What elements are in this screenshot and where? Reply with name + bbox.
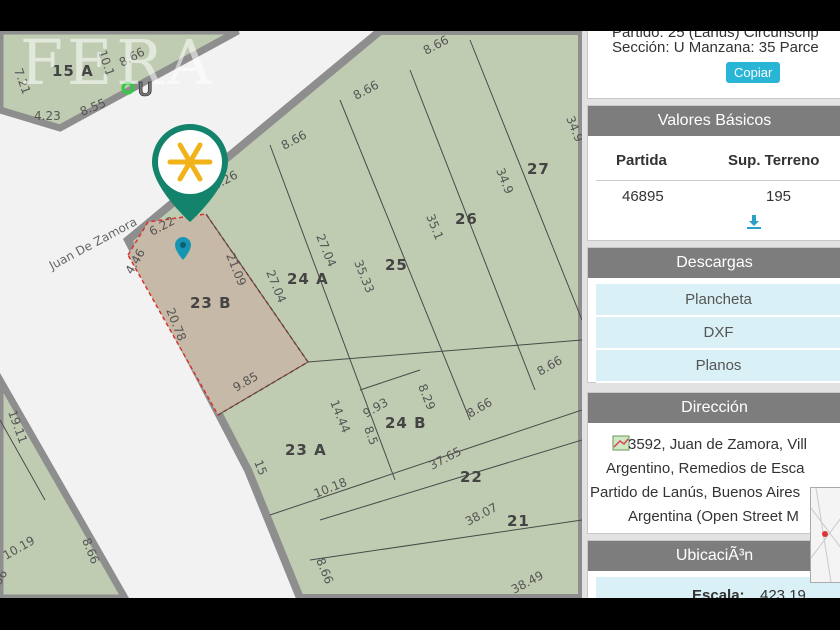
- sup-terreno-value: 195: [766, 188, 792, 205]
- escala-row: Escala: 423.19: [596, 577, 840, 598]
- download-dxf-link[interactable]: DXF: [596, 317, 840, 350]
- bottom-black-bar: [0, 598, 840, 630]
- parcel-header-card: Partido: 25 (Lanús) Circunscrip Sección:…: [587, 31, 840, 99]
- cadastral-map[interactable]: Juan De Zamora 15 A 23 B 24 A 25 26 27 2…: [0, 31, 582, 598]
- partida-value: 46895: [622, 188, 664, 205]
- download-icon[interactable]: [746, 214, 762, 230]
- descargas-card: Descargas Plancheta DXF Planos: [587, 247, 840, 383]
- top-black-bar: [0, 0, 840, 31]
- download-planos-link[interactable]: Planos: [596, 350, 840, 383]
- dim-label: 4.23: [34, 109, 61, 123]
- address-line: Argentino, Remedios de Esca: [606, 460, 805, 477]
- lot-27: 27: [527, 160, 550, 178]
- lot-25: 25: [385, 256, 408, 274]
- sup-terreno-header: Sup. Terreno: [728, 152, 820, 169]
- valores-basicos-card: Valores Básicos Partida Sup. Terreno 468…: [587, 105, 840, 241]
- address-text: 3592, Juan de Zamora, Vill Argentino, Re…: [588, 433, 840, 529]
- copy-button[interactable]: Copiar: [726, 62, 781, 83]
- lot-24a: 24 A: [287, 270, 329, 288]
- descargas-title: Descargas: [588, 248, 840, 278]
- table-divider: [596, 180, 840, 181]
- ubicacion-title: UbicaciÃ³n: [588, 541, 840, 571]
- valores-basicos-title: Valores Básicos: [588, 106, 840, 136]
- lot-22: 22: [460, 468, 483, 486]
- watermark-text: FERA: [20, 31, 216, 99]
- address-line: 3592, Juan de Zamora, Vill: [628, 436, 807, 453]
- parcel-line2: Sección: U Manzana: 35 Parce: [612, 39, 819, 56]
- ubicacion-card: UbicaciÃ³n Escala: 423.19: [587, 540, 840, 598]
- address-line: Argentina (Open Street M: [628, 508, 799, 525]
- address-line: Partido de Lanús, Buenos Aires: [590, 484, 801, 501]
- lot-23b: 23 B: [190, 294, 232, 312]
- partida-header: Partida: [616, 152, 667, 169]
- download-plancheta-link[interactable]: Plancheta: [596, 284, 840, 317]
- direccion-title: Dirección: [588, 393, 840, 423]
- copy-button-wrap: Copiar: [726, 62, 781, 83]
- direccion-card: Dirección 3592, Juan de Zamora, Vill Arg…: [587, 392, 840, 534]
- lot-24b: 24 B: [385, 414, 427, 432]
- escala-label: Escala:: [692, 587, 745, 598]
- map-canvas[interactable]: Juan De Zamora 15 A 23 B 24 A 25 26 27 2…: [0, 31, 582, 598]
- info-panel[interactable]: Partido: 25 (Lanús) Circunscrip Sección:…: [582, 31, 840, 598]
- lot-26: 26: [455, 210, 478, 228]
- lot-23a: 23 A: [285, 441, 327, 459]
- escala-value: 423.19: [760, 587, 806, 598]
- minimap-thumbnail[interactable]: [810, 487, 840, 583]
- lot-21: 21: [507, 512, 530, 530]
